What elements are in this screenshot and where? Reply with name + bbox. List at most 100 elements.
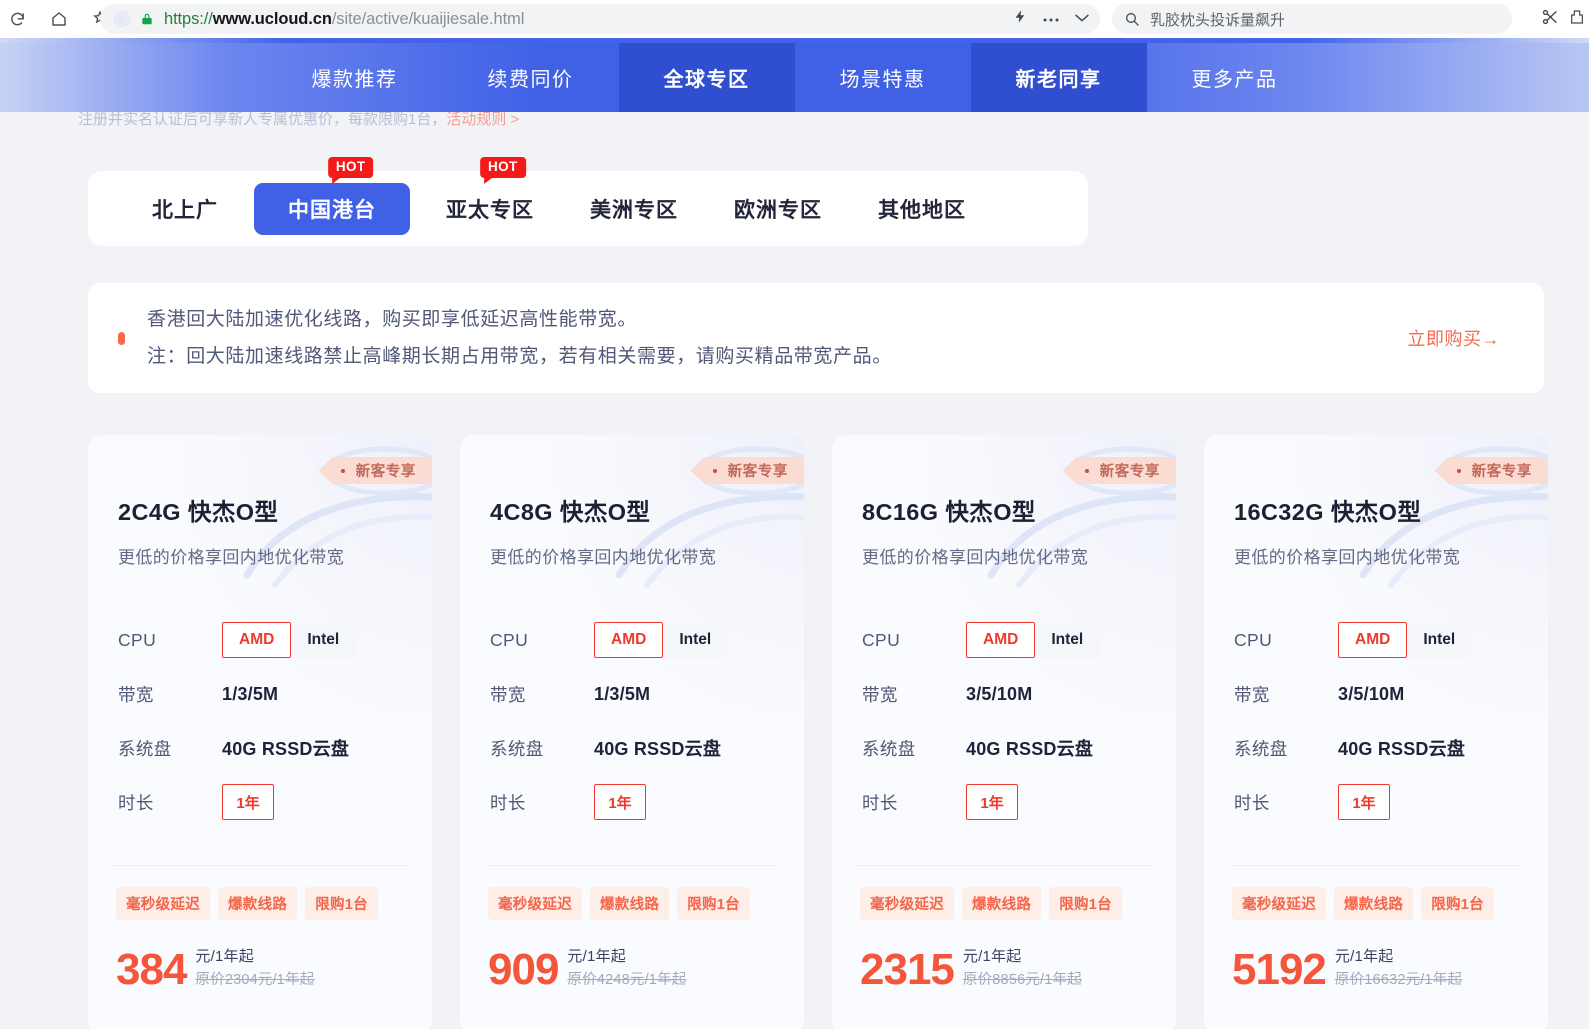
region-tab-3[interactable]: 美洲专区 <box>570 183 698 235</box>
cpu-option-amd-1[interactable]: AMD <box>594 622 663 658</box>
search-bar[interactable]: 乳胶枕头投诉量飙升 <box>1112 4 1512 34</box>
product-card-3: 新客专享 16C32G 快杰O型 更低的价格享回内地优化带宽 CPU AMD I… <box>1204 435 1548 1029</box>
nav-item-1[interactable]: 续费同价 <box>443 43 619 112</box>
region-tab-0[interactable]: 北上广 <box>132 183 238 235</box>
card-divider-2 <box>858 865 1150 866</box>
site-nav: 爆款推荐 续费同价 全球专区 场景特惠 新老同享 更多产品 <box>0 43 1589 112</box>
price-amount-1: 909 <box>488 949 558 991</box>
spec-label-disk-2: 系统盘 <box>862 736 966 761</box>
price-amount-2: 2315 <box>860 949 954 991</box>
refresh-icon[interactable] <box>2 4 32 34</box>
price-unit-1: 元/1年起 <box>567 945 686 966</box>
ribbon-label-1: 新客专享 <box>728 460 788 481</box>
spec-row-bandwidth-1: 带宽 1/3/5M <box>490 667 784 721</box>
ribbon-label-3: 新客专享 <box>1472 460 1532 481</box>
tag-3-1: 爆款线路 <box>1334 887 1413 920</box>
cpu-option-intel-3[interactable]: Intel <box>1406 622 1472 658</box>
new-customer-ribbon-3: 新客专享 <box>1435 457 1548 484</box>
spec-label-disk-3: 系统盘 <box>1234 736 1338 761</box>
tag-list-1: 毫秒级延迟 爆款线路 限购1台 <box>488 887 784 920</box>
cpu-option-amd-3[interactable]: AMD <box>1338 622 1407 658</box>
region-tab-2[interactable]: HOT 亚太专区 <box>426 183 554 235</box>
spec-row-bandwidth-0: 带宽 1/3/5M <box>118 667 412 721</box>
nav-item-4[interactable]: 新老同享 <box>971 43 1147 112</box>
region-tab-1[interactable]: HOT 中国港台 <box>254 183 410 235</box>
region-tab-1-label: 中国港台 <box>288 194 376 224</box>
notice-line-2: 注：回大陆加速线路禁止高峰期长期占用带宽，若有相关需要，请购买精品带宽产品。 <box>147 338 892 375</box>
spec-row-cpu-3: CPU AMD Intel <box>1234 613 1528 667</box>
nav-item-0[interactable]: 爆款推荐 <box>267 43 443 112</box>
spec-list-3: CPU AMD Intel 带宽 3/5/10M 系统盘 40G RSSD云盘 … <box>1234 613 1528 829</box>
cpu-option-intel-0[interactable]: Intel <box>290 622 356 658</box>
spec-row-bandwidth-2: 带宽 3/5/10M <box>862 667 1156 721</box>
address-bar[interactable]: https://www.ucloud.cn/site/active/kuaiji… <box>100 4 1100 34</box>
cpu-option-intel-1[interactable]: Intel <box>662 622 728 658</box>
spec-value-disk-3: 40G RSSD云盘 <box>1338 735 1465 761</box>
spec-value-disk-1: 40G RSSD云盘 <box>594 735 721 761</box>
spec-row-disk-1: 系统盘 40G RSSD云盘 <box>490 721 784 775</box>
product-card-1: 新客专享 4C8G 快杰O型 更低的价格享回内地优化带宽 CPU AMD Int… <box>460 435 804 1029</box>
ribbon-label-0: 新客专享 <box>356 460 416 481</box>
ribbon-dot-icon <box>713 469 717 473</box>
scissors-icon[interactable] <box>1541 8 1559 31</box>
cpu-toggle-3[interactable]: AMD Intel <box>1338 622 1472 658</box>
tag-1-0: 毫秒级延迟 <box>488 887 582 920</box>
browser-left-icons <box>0 0 116 38</box>
page-info-icon[interactable] <box>114 11 130 27</box>
cpu-toggle-1[interactable]: AMD Intel <box>594 622 728 658</box>
ribbon-dot-icon <box>341 469 345 473</box>
product-card-0: 新客专享 2C4G 快杰O型 更低的价格享回内地优化带宽 CPU AMD Int… <box>88 435 432 1029</box>
tag-1-1: 爆款线路 <box>590 887 669 920</box>
extension-icon[interactable] <box>1569 8 1585 31</box>
home-icon[interactable] <box>44 4 74 34</box>
cpu-toggle-0[interactable]: AMD Intel <box>222 622 356 658</box>
price-meta-0: 元/1年起 原价2304元/1年起 <box>195 945 314 991</box>
cpu-option-amd-0[interactable]: AMD <box>222 622 291 658</box>
cpu-option-amd-2[interactable]: AMD <box>966 622 1035 658</box>
lightning-icon[interactable] <box>1013 8 1028 30</box>
tag-0-2: 限购1台 <box>305 887 378 920</box>
tag-list-3: 毫秒级延迟 爆款线路 限购1台 <box>1232 887 1528 920</box>
spec-row-bandwidth-3: 带宽 3/5/10M <box>1234 667 1528 721</box>
spec-label-disk-0: 系统盘 <box>118 736 222 761</box>
spec-list-0: CPU AMD Intel 带宽 1/3/5M 系统盘 40G RSSD云盘 时… <box>118 613 412 829</box>
price-meta-1: 元/1年起 原价4248元/1年起 <box>567 945 686 991</box>
spec-row-cpu-1: CPU AMD Intel <box>490 613 784 667</box>
region-tab-5-label: 其他地区 <box>878 194 966 224</box>
spec-row-disk-0: 系统盘 40G RSSD云盘 <box>118 721 412 775</box>
notice-buy-link[interactable]: 立即购买→ <box>1408 325 1501 351</box>
spec-row-cpu-0: CPU AMD Intel <box>118 613 412 667</box>
more-options-icon[interactable] <box>1042 10 1060 28</box>
omnibox-actions <box>1013 4 1090 34</box>
price-amount-0: 384 <box>116 949 186 991</box>
chevron-down-icon[interactable] <box>1074 10 1090 28</box>
spec-label-bandwidth-0: 带宽 <box>118 682 222 707</box>
nav-item-3[interactable]: 场景特惠 <box>795 43 971 112</box>
url-text: https://www.ucloud.cn/site/active/kuaiji… <box>164 10 524 29</box>
search-input-value[interactable]: 乳胶枕头投诉量飙升 <box>1150 9 1285 30</box>
price-original-2: 原价8856元/1年起 <box>963 968 1082 989</box>
duration-chip-0[interactable]: 1年 <box>222 784 274 820</box>
card-title-1: 4C8G 快杰O型 <box>490 493 650 527</box>
nav-item-5[interactable]: 更多产品 <box>1147 43 1323 112</box>
cpu-option-intel-2[interactable]: Intel <box>1034 622 1100 658</box>
cpu-toggle-2[interactable]: AMD Intel <box>966 622 1100 658</box>
promo-rules-link[interactable]: 活动规则 > <box>446 111 519 128</box>
region-tab-4[interactable]: 欧洲专区 <box>714 183 842 235</box>
duration-chip-1[interactable]: 1年 <box>594 784 646 820</box>
region-tab-2-label: 亚太专区 <box>446 194 534 224</box>
price-original-1: 原价4248元/1年起 <box>567 968 686 989</box>
notice-line-1: 香港回大陆加速优化线路，购买即享低延迟高性能带宽。 <box>147 301 892 338</box>
price-unit-3: 元/1年起 <box>1335 945 1462 966</box>
price-unit-0: 元/1年起 <box>195 945 314 966</box>
tag-list-0: 毫秒级延迟 爆款线路 限购1台 <box>116 887 412 920</box>
spec-list-1: CPU AMD Intel 带宽 1/3/5M 系统盘 40G RSSD云盘 时… <box>490 613 784 829</box>
spec-row-duration-3: 时长 1年 <box>1234 775 1528 829</box>
spec-list-2: CPU AMD Intel 带宽 3/5/10M 系统盘 40G RSSD云盘 … <box>862 613 1156 829</box>
spec-label-bandwidth-3: 带宽 <box>1234 682 1338 707</box>
card-divider-1 <box>486 865 778 866</box>
duration-chip-3[interactable]: 1年 <box>1338 784 1390 820</box>
nav-item-2[interactable]: 全球专区 <box>619 43 795 112</box>
region-tab-5[interactable]: 其他地区 <box>858 183 986 235</box>
duration-chip-2[interactable]: 1年 <box>966 784 1018 820</box>
